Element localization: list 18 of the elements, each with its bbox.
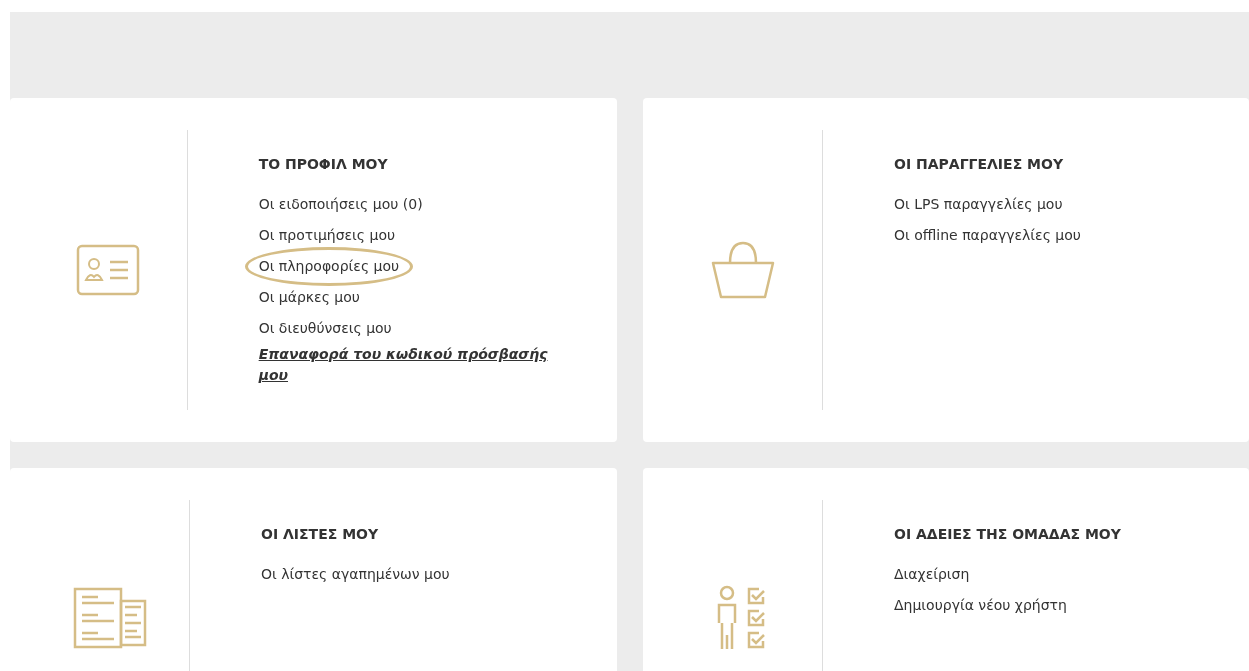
id-card-icon: [76, 244, 141, 296]
menu-link[interactable]: Οι διευθύνσεις μου: [258, 313, 392, 344]
menu-link[interactable]: Δημιουργία νέου χρήστη: [894, 590, 1067, 621]
menu-link[interactable]: Οι λίστες αγαπημένων μου: [261, 559, 450, 590]
menu-link[interactable]: Διαχείριση: [894, 559, 970, 590]
menu-link[interactable]: Οι πληροφορίες μου: [258, 251, 400, 282]
menu-link[interactable]: Οι μάρκες μου: [258, 282, 360, 313]
section-title: ΟΙ ΑΔΕΙΕΣ ΤΗΣ ΟΜΑΔΑΣ ΜΟΥ: [894, 525, 1121, 544]
documents-icon: [72, 587, 147, 649]
menu-link[interactable]: Οι LPS παραγγελίες μου: [894, 189, 1063, 220]
section-title: ΟΙ ΛΙΣΤΕΣ ΜΟΥ: [261, 525, 380, 544]
section-title: ΟΙ ΠΑΡΑΓΓΕΛΙΕΣ ΜΟΥ: [894, 155, 1065, 174]
menu-link[interactable]: Οι προτιμήσεις μου: [258, 220, 396, 251]
menu-link[interactable]: Οι ειδοποιήσεις μου (0): [258, 189, 423, 220]
section-title: ΤΟ ΠΡΟΦΙΛ ΜΟΥ: [258, 155, 389, 174]
menu-link[interactable]: Οι offline παραγγελίες μου: [894, 220, 1081, 251]
menu-link[interactable]: Επαναφορά του κωδικού πρόσβασής μου: [258, 344, 577, 386]
basket-icon: [709, 239, 776, 301]
